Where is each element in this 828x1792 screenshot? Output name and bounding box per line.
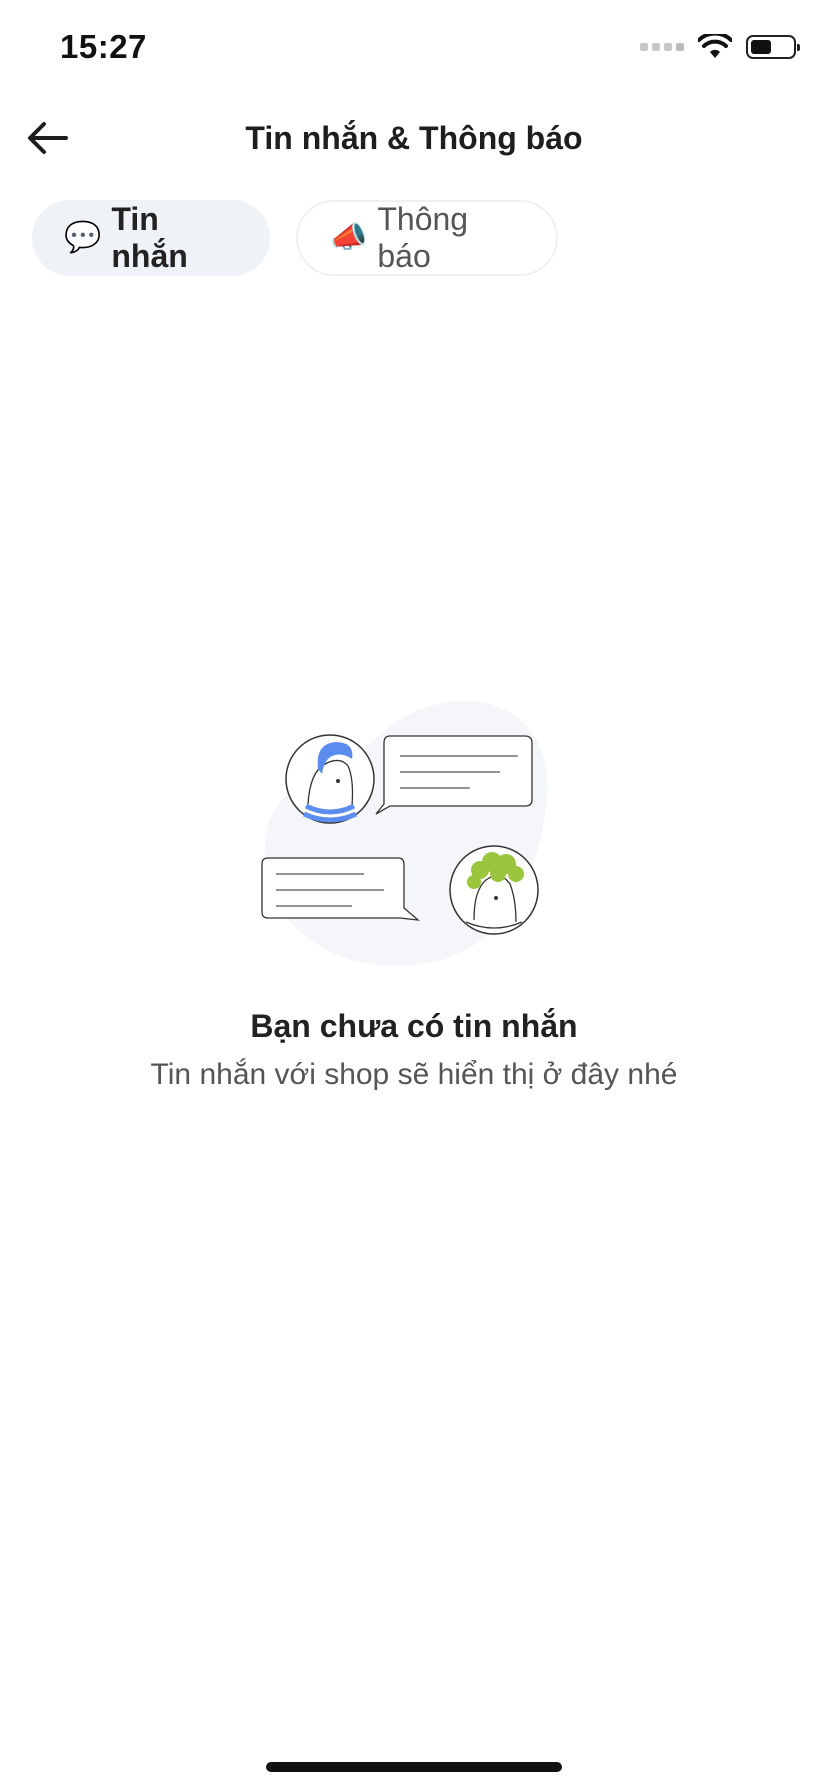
messages-screen: 15:27 Tin nhắn & Thông báo 💬 Tin nhắn 📣 … xyxy=(0,0,828,1792)
wifi-icon xyxy=(698,34,732,58)
tab-messages[interactable]: 💬 Tin nhắn xyxy=(32,200,270,276)
tab-messages-label: Tin nhắn xyxy=(111,201,188,274)
home-indicator[interactable] xyxy=(266,1762,562,1772)
avatar-blue-icon xyxy=(285,734,375,824)
tab-notifications-label: Thông báo xyxy=(377,201,469,274)
empty-state-subtitle: Tin nhắn với shop sẽ hiển thị ở đây nhé xyxy=(150,1058,678,1091)
empty-chat-illustration xyxy=(261,700,548,967)
avatar-green-icon xyxy=(449,845,539,935)
tab-notifications[interactable]: 📣 Thông báo xyxy=(296,200,558,276)
speech-bubble-left-icon xyxy=(261,857,421,921)
empty-state-title: Bạn chưa có tin nhắn xyxy=(250,1008,578,1044)
page-title: Tin nhắn & Thông báo xyxy=(245,120,583,156)
status-time: 15:27 xyxy=(60,28,147,65)
status-icons xyxy=(640,34,800,60)
speech-bubble-right-icon xyxy=(375,735,533,815)
megaphone-icon: 📣 xyxy=(330,221,368,254)
tab-bar: 💬 Tin nhắn 📣 Thông báo xyxy=(32,200,558,276)
speech-bubble-icon: 💬 xyxy=(64,221,102,254)
cellular-signal-icon xyxy=(640,43,684,51)
battery-icon xyxy=(746,35,800,59)
